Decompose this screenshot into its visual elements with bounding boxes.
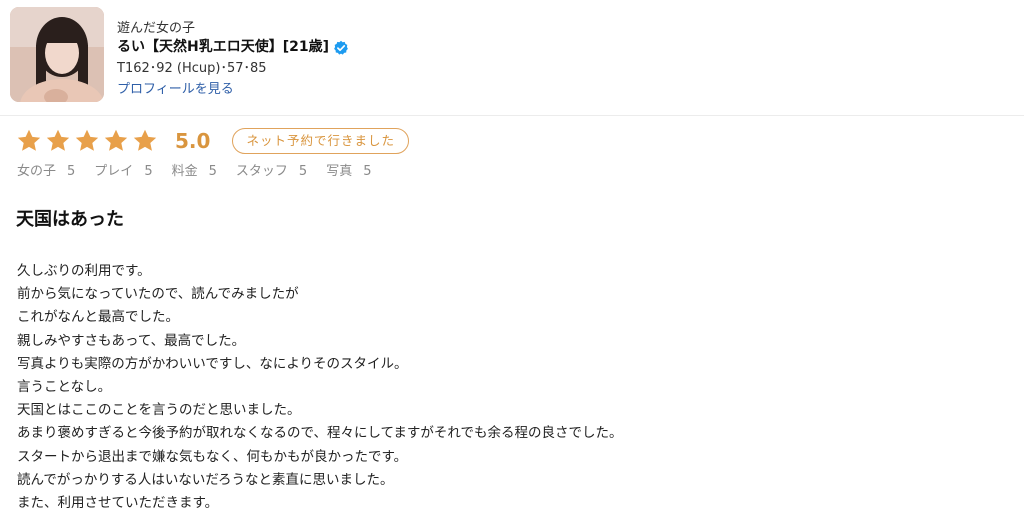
sub-score-label: スタッフ (235, 164, 288, 179)
review-line: 写真よりも実際の方がかわいいですし、なによりそのスタイル。 (17, 355, 408, 372)
avatar[interactable] (10, 7, 104, 102)
sub-score-label: 女の子 (17, 164, 57, 179)
sub-score-item: プレイ 5 (94, 163, 152, 181)
star-icon (17, 129, 41, 151)
review-body: 久しぶりの利用です。前から気になっていたので、読んでみましたが これがなんと最高で… (17, 260, 1007, 515)
sub-score-value: 5 (144, 164, 153, 179)
avatar-photo (10, 7, 104, 102)
review-line: スタートから退出まで嫌な気もなく、何もかもが良かったです。 (17, 448, 408, 465)
sub-score-item: 女の子 5 (17, 163, 75, 181)
profile-header: 遊んだ女の子 るい【天然H乳エロ天使】[21歳] T162･92 (Hcup)･… (10, 7, 349, 102)
review-line: また、利用させていただきます。 (17, 495, 219, 512)
verified-check-icon (333, 40, 349, 56)
sub-score-item: スタッフ 5 (236, 163, 307, 181)
review-line: 言うことなし。 (17, 379, 112, 396)
sub-score-value: 5 (208, 164, 217, 179)
sub-scores: 女の子 5 プレイ 5 料金 5 スタッフ 5 写真 5 (17, 163, 390, 181)
sub-score-item: 写真 5 (326, 163, 371, 181)
review-line: 天国とはここのことを言うのだと思いました。 (17, 402, 301, 419)
review-line: これがなんと最高でした。 (17, 309, 179, 326)
header-divider (0, 115, 1024, 116)
star-icon (46, 129, 70, 151)
review-line: 親しみやすさもあって、最高でした。 (17, 332, 246, 349)
review-title: 天国はあった (16, 209, 124, 230)
sub-score-value: 5 (298, 164, 308, 179)
star-icon (133, 129, 157, 151)
profile-name-row: るい【天然H乳エロ天使】[21歳] (117, 38, 349, 57)
profile-category: 遊んだ女の子 (117, 21, 196, 36)
sub-score-item: 料金 5 (172, 163, 217, 181)
visit-type-badge: ネット予約で行きました (232, 128, 409, 154)
view-profile-link[interactable]: プロフィールを見る (117, 81, 234, 98)
review-line: 前から気になっていたので、読んでみましたが (17, 286, 299, 303)
star-icon (104, 129, 128, 151)
rating-score: 5.0 (175, 129, 211, 153)
star-icon (75, 129, 99, 151)
review-line: あまり褒めすぎると今後予約が取れなくなるので、程々にしてますがそれでも余る程の良… (17, 425, 623, 442)
sub-score-value: 5 (363, 164, 372, 179)
sub-score-label: プレイ (94, 164, 134, 179)
star-rating (16, 128, 161, 154)
review-line: 読んでがっかりする人はいないだろうなと素直に思いました。 (17, 471, 394, 488)
sub-score-label: 写真 (326, 164, 353, 179)
review-page: 遊んだ女の子 るい【天然H乳エロ天使】[21歳] T162･92 (Hcup)･… (0, 0, 1024, 523)
rating-row: 5.0 ネット予約で行きました (16, 125, 409, 157)
profile-info: 遊んだ女の子 るい【天然H乳エロ天使】[21歳] T162･92 (Hcup)･… (117, 20, 349, 98)
profile-name[interactable]: るい【天然H乳エロ天使】[21歳] (117, 38, 329, 57)
profile-specs: T162･92 (Hcup)･57･85 (117, 61, 267, 76)
review-line: 久しぶりの利用です。 (17, 263, 151, 279)
sub-score-value: 5 (67, 164, 76, 179)
sub-score-label: 料金 (171, 164, 198, 179)
